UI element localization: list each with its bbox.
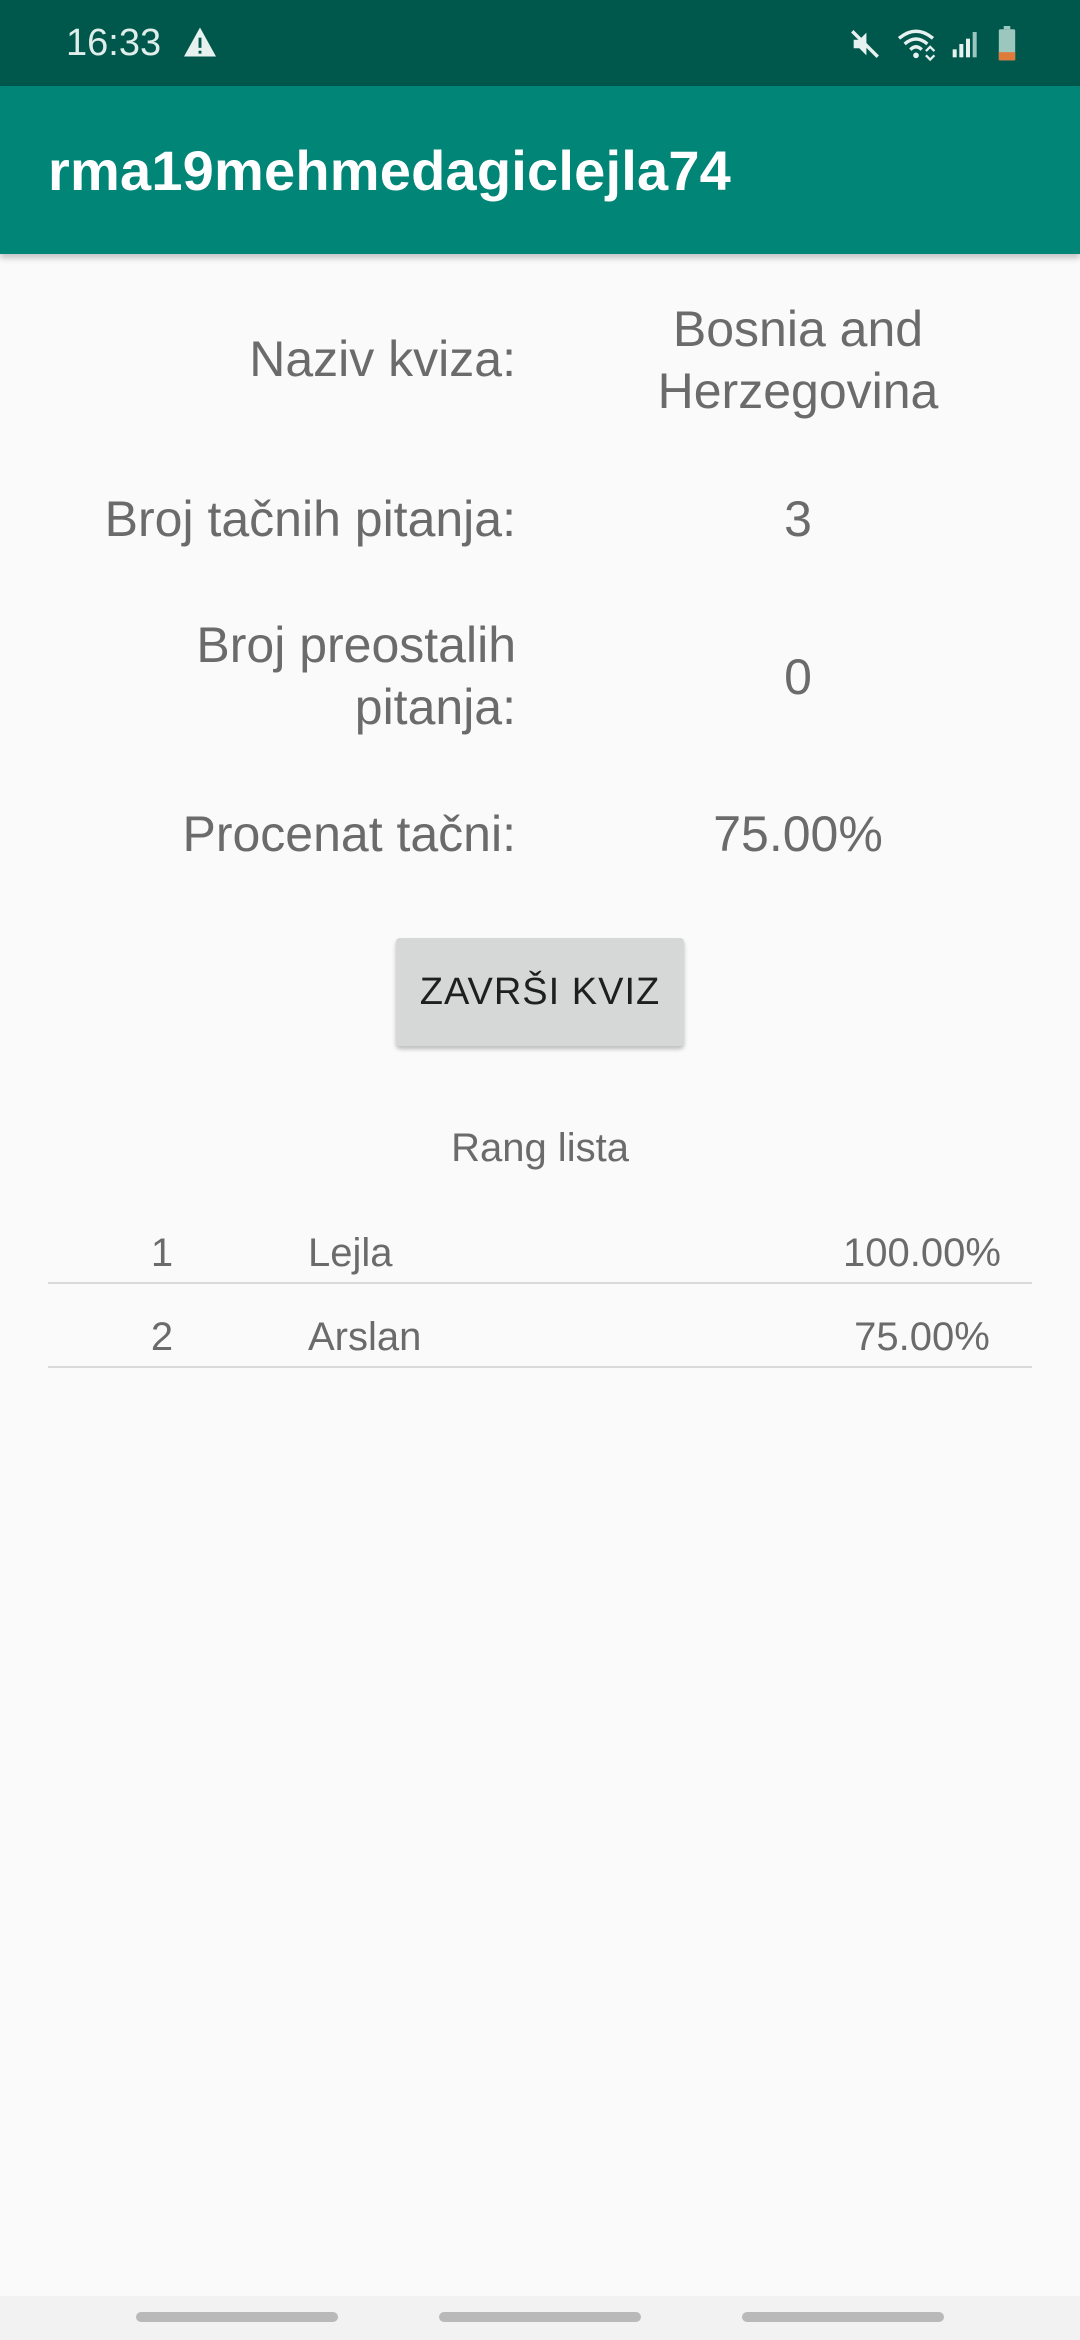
navigation-bar — [0, 2296, 1080, 2340]
mute-icon — [851, 30, 879, 58]
quiz-name-value: Bosnia and Herzegovina — [657, 301, 939, 419]
wifi-icon — [897, 29, 936, 61]
rank-percent: 100.00% — [843, 1231, 1001, 1275]
rank-name: Lejla — [308, 1231, 393, 1275]
ranking-title: Rang lista — [451, 1126, 629, 1170]
nav-back-button[interactable] — [742, 2312, 944, 2322]
nav-home-button[interactable] — [439, 2312, 641, 2322]
rank-percent: 75.00% — [854, 1315, 990, 1359]
remaining-count-value: 0 — [784, 649, 812, 705]
rank-position: 2 — [150, 1315, 174, 1359]
percent-correct-label: Procenat tačni: — [182, 806, 516, 862]
screen: 16:33 rma19mehmedagiclejla74 Naziv kviza… — [0, 0, 1080, 2340]
correct-count-label: Broj tačnih pitanja: — [104, 491, 516, 547]
warning-icon — [184, 27, 216, 57]
rank-position: 1 — [150, 1231, 174, 1275]
app-bar: rma19mehmedagiclejla74 — [0, 86, 1080, 254]
signal-icon — [952, 32, 977, 58]
rank-name: Arslan — [308, 1315, 422, 1359]
status-time: 16:33 — [66, 22, 162, 64]
list-item[interactable]: 2 Arslan 75.00% — [48, 1284, 1032, 1368]
quiz-name-label: Naziv kviza: — [249, 331, 516, 387]
battery-icon — [998, 26, 1016, 61]
list-item[interactable]: 1 Lejla 100.00% — [48, 1200, 1032, 1284]
finish-quiz-button[interactable]: ZAVRŠI KVIZ — [396, 938, 684, 1046]
correct-count-value: 3 — [784, 491, 812, 547]
status-bar: 16:33 — [0, 0, 1080, 86]
nav-recents-button[interactable] — [136, 2312, 338, 2322]
app-title: rma19mehmedagiclejla74 — [48, 139, 732, 202]
percent-correct-value: 75.00% — [713, 806, 883, 862]
remaining-count-label: Broj preostalih pitanja: — [196, 617, 516, 735]
status-icons — [848, 24, 1018, 64]
